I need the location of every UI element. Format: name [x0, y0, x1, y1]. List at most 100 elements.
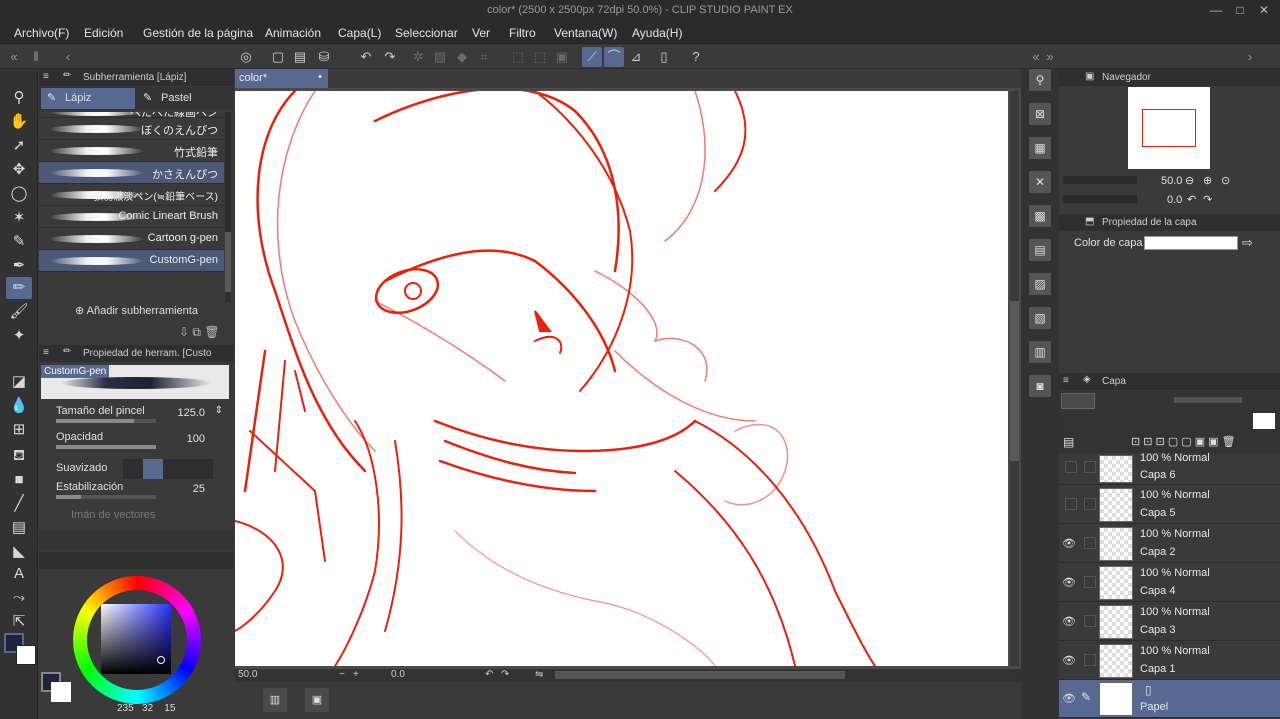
layer-opacity-slider[interactable] [1174, 397, 1242, 403]
rotate-left-icon[interactable]: ↶ [485, 669, 493, 680]
airbrush-tool-icon[interactable]: ✦ [6, 325, 32, 347]
sub-color-swatch[interactable] [51, 682, 71, 702]
line-tool-icon[interactable]: ╱ [6, 493, 32, 515]
pen-tool-icon[interactable]: ✒ [6, 255, 32, 277]
layer-lock-toggle[interactable] [1084, 615, 1096, 627]
add-subtool-button[interactable]: ⊕ Añadir subherramienta [75, 304, 198, 317]
layer-visibility-toggle[interactable] [1065, 461, 1077, 473]
brush-size-control[interactable]: Tamaño del pincel 125.0 ⇕ [53, 405, 229, 427]
pencil-tool-icon[interactable]: ✏ [6, 277, 32, 299]
snap-special-ruler-icon[interactable]: ⌒ [604, 47, 624, 67]
snap-grid-icon[interactable]: ⊿ [626, 47, 646, 67]
vector-magnet-control[interactable]: Imán de vectores [53, 509, 229, 531]
brush-item[interactable]: 竹式鉛筆 [39, 140, 224, 162]
collapse-left-icon[interactable]: « [4, 47, 24, 67]
eye-icon[interactable]: 👁 [1062, 615, 1076, 628]
zoom-tool-icon[interactable]: ⚲ [6, 87, 32, 109]
snap-ruler-icon[interactable]: ⟋ [582, 47, 602, 67]
menu-file[interactable]: Archivo(F) [14, 26, 69, 40]
blend-mode-dropdown[interactable] [1061, 393, 1095, 409]
canvas-scrollbar-horizontal[interactable] [555, 671, 845, 679]
layer-row[interactable]: 👁 100 % Normal Capa 2 [1059, 525, 1280, 563]
smoothing-control[interactable]: Suavizado [53, 459, 229, 481]
open-file-icon[interactable]: ▤ [290, 47, 310, 67]
brush-item[interactable]: 張弱濃淡ペン(≒鉛筆ベース) [39, 184, 224, 206]
eye-icon[interactable]: 👁 [1062, 692, 1076, 705]
redo-icon[interactable]: ↷ [380, 47, 400, 67]
brush-size-slider[interactable] [56, 419, 156, 423]
brush-item[interactable]: かさえんぴつ [39, 162, 224, 184]
stabilization-control[interactable]: Estabilización 25 [53, 481, 229, 503]
rotation-slider[interactable] [1063, 195, 1137, 203]
layer-visibility-toggle[interactable] [1065, 498, 1077, 510]
eyedropper-tool-icon[interactable]: ✎ [6, 231, 32, 253]
timeline-icon[interactable]: ▥ [263, 688, 287, 712]
canvas-scrollbar-vertical[interactable] [1010, 91, 1019, 666]
menu-icon[interactable]: ≡ [43, 347, 49, 358]
layer-row-selected[interactable]: 👁 ✎ ▯ Papel [1059, 680, 1280, 718]
fill-icon[interactable]: ◆ [452, 47, 472, 67]
clear-icon[interactable]: ▨ [430, 47, 450, 67]
layer-row[interactable]: 100 % Normal Capa 5 [1059, 486, 1280, 524]
zoom-in-icon[interactable]: + [353, 669, 359, 680]
smoothing-options[interactable] [123, 459, 213, 479]
frame-tool-icon[interactable]: ▤ [6, 517, 32, 539]
layer-lock-toggle[interactable] [1084, 461, 1096, 473]
undo-icon[interactable]: ↶ [356, 47, 376, 67]
flip-icon[interactable]: ⇋ [535, 669, 543, 680]
menu-layer[interactable]: Capa(L) [338, 26, 381, 40]
brush-item-selected[interactable]: CustomG-pen [39, 250, 224, 272]
new-file-icon[interactable]: ▢ [268, 47, 288, 67]
menu-icon[interactable]: ≡ [43, 71, 49, 82]
expand-right-icon[interactable]: » [1040, 47, 1060, 67]
layer-lock-toggle[interactable] [1084, 537, 1096, 549]
brush-tool-icon[interactable]: 🖌 [6, 301, 32, 323]
text-tool-icon[interactable]: A [6, 563, 32, 585]
angle-value[interactable]: 0.0 [391, 669, 405, 680]
menu-filter[interactable]: Filtro [509, 26, 536, 40]
opacity-value[interactable]: 100 [187, 433, 205, 445]
menu-animation[interactable]: Animación [265, 26, 321, 40]
layer-color-swatch[interactable] [1144, 236, 1238, 250]
close-panel-icon[interactable]: ✕ [1029, 171, 1051, 193]
brush-item[interactable]: Comic Lineart Brush [39, 206, 224, 228]
import-icon[interactable]: ⇩ [179, 325, 189, 339]
operation-tool-icon[interactable]: ➚ [6, 135, 32, 157]
chevron-left-icon[interactable]: ‹ [58, 47, 78, 67]
stabilization-value[interactable]: 25 [193, 483, 205, 495]
zoom-slider[interactable] [1063, 176, 1137, 184]
help-icon[interactable]: ? [686, 47, 706, 67]
zoom-in-icon[interactable]: ⊕ [1203, 174, 1212, 187]
blend-tool-icon[interactable]: 💧 [6, 395, 32, 417]
saturation-value-square[interactable] [101, 604, 171, 674]
select-all-icon[interactable]: ⬚ [508, 47, 528, 67]
menu-page[interactable]: Gestión de la página [143, 26, 253, 40]
eraser-tool-icon[interactable]: ◪ [6, 371, 32, 393]
brush-item[interactable]: Cartoon g-pen [39, 228, 224, 250]
zoom-out-icon[interactable]: − [339, 669, 345, 680]
material-icon[interactable]: ▦ [1029, 137, 1051, 159]
menu-window[interactable]: Ventana(W) [554, 26, 617, 40]
chevron-right-icon[interactable]: › [1240, 47, 1260, 67]
material-icon[interactable]: ▨ [1029, 273, 1051, 295]
duplicate-icon[interactable]: ⧉ [192, 325, 201, 339]
menu-icon[interactable]: ≡ [1063, 375, 1069, 386]
opacity-control[interactable]: Opacidad 100 [53, 431, 229, 453]
tab-pastel[interactable]: ✎ Pastel [137, 88, 231, 109]
minimize-button[interactable]: — [1206, 3, 1226, 17]
menu-edit[interactable]: Edición [84, 26, 123, 40]
layer-row[interactable]: 100 % Normal Capa 6 [1059, 452, 1280, 485]
invert-selection-icon[interactable]: ▣ [552, 47, 572, 67]
canvas-area[interactable] [235, 88, 1021, 669]
material-icon[interactable]: ⊠ [1029, 103, 1051, 125]
brush-item[interactable]: ぼくのえんぴつ [39, 118, 224, 140]
lasso-tool-icon[interactable]: ◯ [6, 183, 32, 205]
stabilization-slider[interactable] [56, 495, 156, 499]
material-icon[interactable]: ▤ [1029, 239, 1051, 261]
layer-lock-toggle[interactable] [1084, 654, 1096, 666]
navigator-viewport[interactable] [1142, 109, 1196, 147]
menu-select[interactable]: Seleccionar [395, 26, 458, 40]
magic-wand-tool-icon[interactable]: ✶ [6, 207, 32, 229]
layer-list-icon[interactable]: ▤ [1063, 435, 1074, 449]
transform-icon[interactable]: ✲ [408, 47, 428, 67]
